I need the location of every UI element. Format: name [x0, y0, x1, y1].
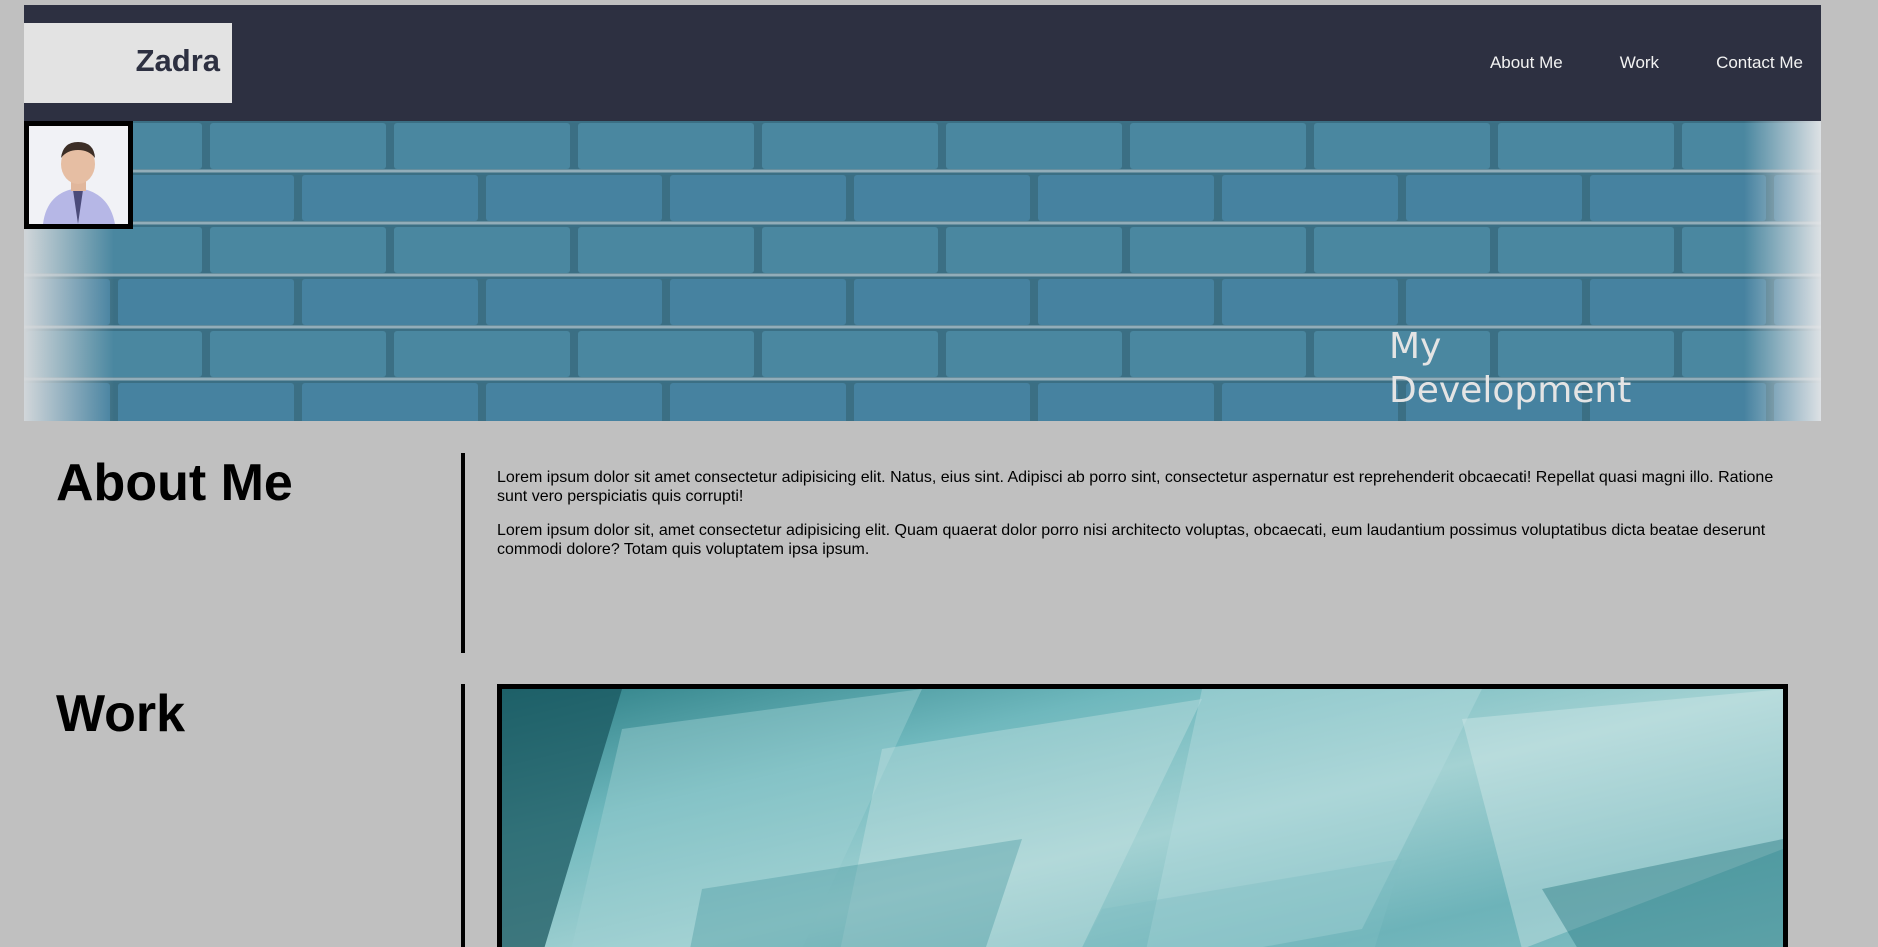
nav-contact-me[interactable]: Contact Me — [1716, 53, 1803, 73]
hero-title: My Development — [1389, 326, 1632, 411]
hero-banner: My Development — [24, 121, 1821, 421]
site-header: Zadra About Me Work Contact Me — [24, 5, 1821, 121]
about-section: About Me Lorem ipsum dolor sit amet cons… — [24, 421, 1821, 653]
work-section: Work — [24, 651, 1821, 947]
painted-texture-image — [502, 689, 1783, 947]
about-paragraph: Lorem ipsum dolor sit amet consectetur a… — [497, 469, 1774, 505]
nav-about-me[interactable]: About Me — [1490, 53, 1563, 73]
about-paragraph: Lorem ipsum dolor sit, amet consectetur … — [497, 522, 1766, 558]
profile-avatar — [24, 121, 133, 229]
logo-text: Zadra — [135, 43, 220, 78]
about-text: Lorem ipsum dolor sit amet consectetur a… — [497, 468, 1807, 574]
about-heading: About Me — [56, 454, 293, 512]
section-divider — [461, 453, 465, 653]
main-nav: About Me Work Contact Me — [1433, 53, 1803, 73]
logo[interactable]: Zadra — [24, 23, 232, 103]
nav-work[interactable]: Work — [1620, 53, 1659, 73]
page: Zadra About Me Work Contact Me My Develo… — [24, 5, 1821, 947]
work-heading: Work — [56, 685, 186, 743]
work-image[interactable] — [497, 684, 1788, 947]
section-divider — [461, 684, 465, 947]
